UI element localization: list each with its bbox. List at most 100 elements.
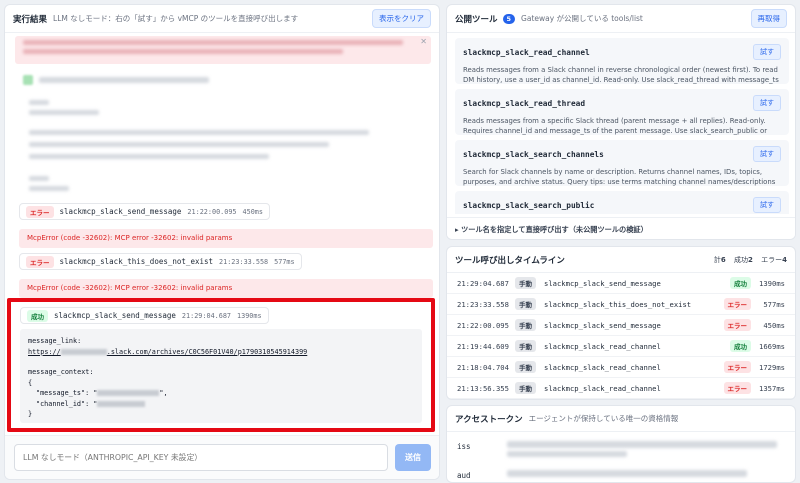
status-badge: 成功 [730, 340, 751, 352]
tool-description: Reads messages from a Slack channel in r… [463, 66, 779, 84]
timeline-row[interactable]: 21:19:44.609 手動 slackmcp_slack_read_channe… [447, 336, 795, 357]
status-badge: エラー [723, 361, 751, 373]
mode-badge: 手動 [515, 382, 536, 394]
try-button[interactable]: 試す [753, 146, 781, 162]
row-tool-name: slackmcp_slack_send_message [544, 278, 661, 288]
result-log-scroll[interactable]: ✕ [5, 34, 439, 204]
try-button[interactable]: 試す [753, 95, 781, 111]
tool-name: slackmcp_slack_read_thread [463, 99, 586, 108]
close-icon[interactable]: ✕ [420, 37, 427, 46]
tool-item: slackmcp_slack_search_public 試す [455, 191, 789, 214]
chat-input-bar: 送信 [5, 435, 439, 479]
row-time: 21:19:44.609 [457, 341, 509, 351]
tool-description: Reads messages from a specific Slack thr… [463, 117, 768, 135]
output-line: message_context: [28, 368, 94, 376]
output-line: "channel_id": " [28, 399, 414, 410]
row-duration: 1390ms [759, 278, 785, 288]
row-time: 21:22:00.095 [457, 320, 509, 330]
token-panel: アクセストークン エージェントが保持している唯一の資格情報 iss aud [446, 405, 796, 483]
redacted-error-block [15, 36, 431, 64]
output-line: { [28, 378, 33, 387]
tool-name: slackmcp_slack_send_message [54, 311, 176, 320]
timeline-header: ツール呼び出しタイムライン 計6 成功2 エラー4 [447, 247, 795, 273]
claim-key: aud [457, 471, 471, 480]
token-subtitle: エージェントが保持している唯一の資格情報 [528, 414, 679, 423]
tool-count-badge: 5 [502, 13, 516, 24]
call-time: 21:29:04.687 [181, 311, 232, 320]
timeline-stats: 計6 成功2 エラー4 [713, 255, 787, 264]
highlighted-result: 成功 slackmcp_slack_send_message 21:29:04.… [7, 298, 435, 432]
tool-description: Search for Slack channels by name or des… [463, 168, 776, 186]
mode-badge: 手動 [515, 277, 536, 289]
output-line: "message_ts": " ", [36, 389, 168, 397]
mode-badge: 手動 [515, 298, 536, 310]
tools-panel: 公開ツール 5 Gateway が公開している tools/list 再取得 s… [446, 4, 796, 240]
results-panel: 実行結果 LLM なしモード：右の「試す」から vMCP のツールを直接呼び出し… [4, 4, 440, 480]
refresh-button[interactable]: 再取得 [750, 9, 787, 28]
mode-badge: 手動 [515, 361, 536, 373]
timeline-row[interactable]: 21:23:33.558 手動 slackmcp_slack_this_does_n… [447, 294, 795, 315]
tool-name: slackmcp_slack_search_channels [463, 150, 604, 159]
row-duration: 1357ms [759, 383, 785, 393]
tools-title: 公開ツール [455, 14, 498, 25]
timeline-row[interactable]: 21:22:00.095 手動 slackmcp_slack_send_messag… [447, 315, 795, 336]
call-duration: 577ms [274, 257, 295, 266]
timeline-row[interactable]: 21:29:04.687 手動 slackmcp_slack_send_messag… [447, 273, 795, 294]
call-entry[interactable]: エラー slackmcp_slack_send_message 21:22:00… [19, 203, 270, 220]
token-title: アクセストークン [455, 414, 523, 425]
row-time: 21:18:04.704 [457, 362, 509, 372]
row-tool-name: slackmcp_slack_read_channel [544, 341, 661, 351]
row-duration: 1669ms [759, 341, 785, 351]
claim-key: iss [457, 442, 471, 451]
call-time: 21:22:00.095 [187, 207, 237, 216]
call-duration: 1390ms [237, 311, 262, 320]
call-time: 21:23:33.558 [219, 257, 269, 266]
message-link[interactable]: https://.slack.com/archives/C0C56F01V40/… [28, 347, 414, 358]
result-output: message_link: https://.slack.com/archive… [20, 329, 422, 423]
status-badge: エラー [26, 205, 54, 218]
results-subtitle: LLM なしモード：右の「試す」から vMCP のツールを直接呼び出します [53, 14, 299, 23]
mode-badge: 手動 [515, 319, 536, 331]
row-tool-name: slackmcp_slack_this_does_not_exist [544, 299, 692, 309]
status-badge: エラー [26, 255, 54, 268]
output-line: } [28, 410, 33, 418]
clear-button[interactable]: 表示をクリア [372, 9, 431, 28]
timeline-title: ツール呼び出しタイムライン [455, 255, 565, 266]
row-duration: 577ms [763, 299, 785, 309]
status-badge: エラー [723, 382, 751, 394]
results-header: 実行結果 LLM なしモード：右の「試す」から vMCP のツールを直接呼び出し… [5, 5, 439, 33]
row-time: 21:13:56.355 [457, 383, 509, 393]
try-button[interactable]: 試す [753, 44, 781, 60]
tools-header: 公開ツール 5 Gateway が公開している tools/list 再取得 [447, 5, 795, 33]
results-title: 実行結果 [13, 14, 48, 25]
tool-name: slackmcp_slack_send_message [59, 207, 182, 216]
tool-name: slackmcp_slack_this_does_not_exist [59, 257, 214, 266]
tool-item: slackmcp_slack_search_channels 試す Search… [455, 140, 789, 186]
output-line: message_link: [28, 337, 82, 345]
tools-subtitle: Gateway が公開している tools/list [521, 14, 643, 23]
token-claims: iss aud [447, 433, 795, 482]
tool-name: slackmcp_slack_search_public [463, 201, 595, 210]
prompt-input[interactable] [14, 444, 388, 471]
row-duration: 1729ms [759, 362, 785, 372]
timeline-row[interactable]: 21:13:56.355 手動 slackmcp_slack_read_channe… [447, 378, 795, 399]
try-button[interactable]: 試す [753, 197, 781, 213]
call-entry[interactable]: エラー slackmcp_slack_this_does_not_exist 2… [19, 253, 302, 270]
timeline-panel: ツール呼び出しタイムライン 計6 成功2 エラー4 21:29:04.687 手動… [446, 246, 796, 400]
error-message: McpError (code -32602): MCP error -32602… [19, 279, 433, 298]
row-tool-name: slackmcp_slack_read_channel [544, 383, 661, 393]
tool-name: slackmcp_slack_read_channel [463, 48, 590, 57]
call-entry[interactable]: 成功 slackmcp_slack_send_message 21:29:04.… [20, 307, 269, 324]
send-button[interactable]: 送信 [395, 444, 431, 471]
tool-item: slackmcp_slack_read_thread 試す Reads mess… [455, 89, 789, 135]
mode-badge: 手動 [515, 340, 536, 352]
status-badge: 成功 [27, 309, 48, 322]
timeline-list[interactable]: 21:29:04.687 手動 slackmcp_slack_send_messag… [447, 273, 795, 399]
timeline-row[interactable]: 21:18:04.704 手動 slackmcp_slack_read_channe… [447, 357, 795, 378]
direct-call-toggle[interactable]: ▸ ツール名を指定して直接呼び出す（未公開ツールの検証） [447, 217, 795, 239]
tool-list[interactable]: slackmcp_slack_read_channel 試す Reads mes… [447, 34, 795, 214]
row-time: 21:29:04.687 [457, 278, 509, 288]
row-tool-name: slackmcp_slack_send_message [544, 320, 661, 330]
token-header: アクセストークン エージェントが保持している唯一の資格情報 [447, 406, 795, 432]
call-duration: 450ms [242, 207, 263, 216]
